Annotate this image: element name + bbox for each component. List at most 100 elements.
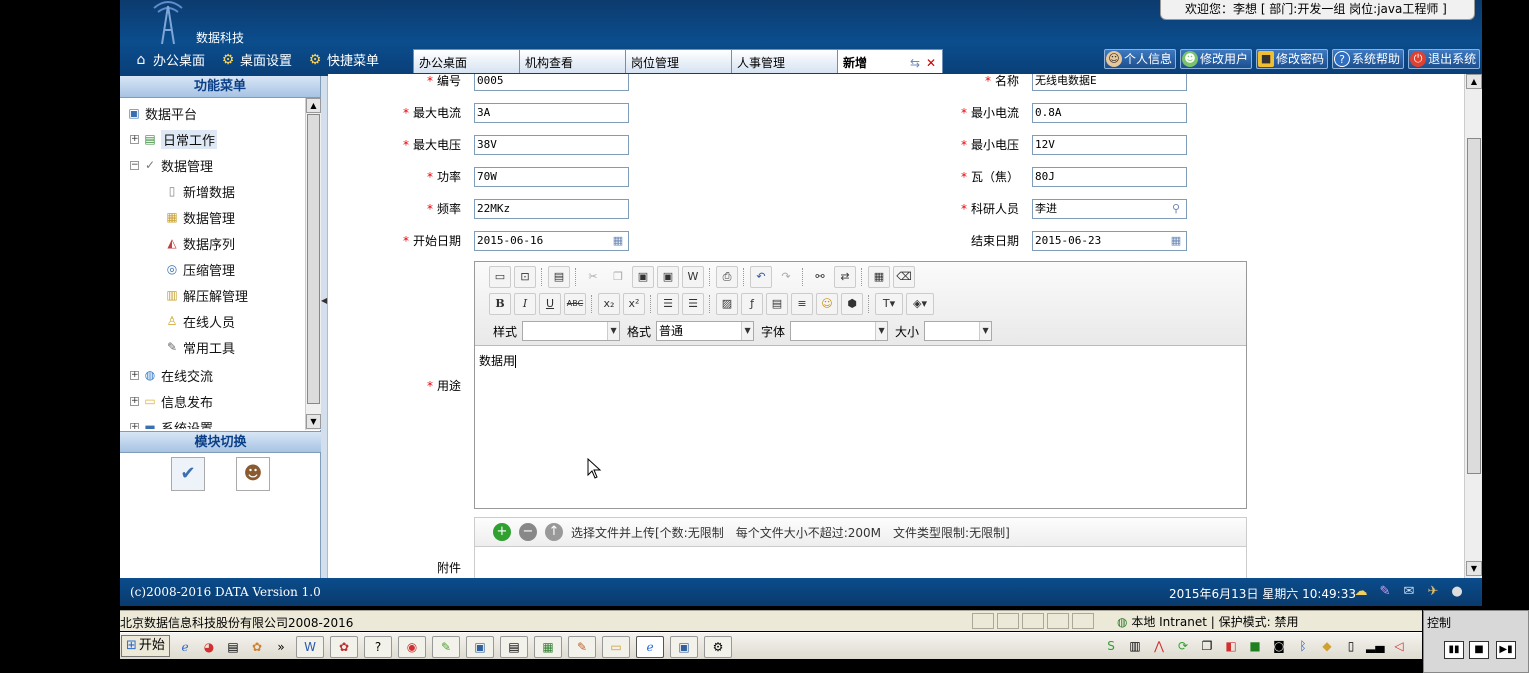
task-help[interactable]: ?: [364, 636, 392, 658]
pen-icon[interactable]: ✎: [1376, 583, 1394, 601]
tab-office-desktop[interactable]: 办公桌面: [413, 49, 520, 73]
redo-icon[interactable]: ↷: [775, 266, 797, 288]
end-date-field[interactable]: 2015-06-23 ▦: [1032, 231, 1187, 251]
power-field[interactable]: 70W: [474, 167, 629, 187]
replace-icon[interactable]: ⇄: [834, 266, 856, 288]
tray-pdf-icon[interactable]: ⋀: [1150, 637, 1168, 655]
mail-icon[interactable]: ✉: [1400, 583, 1418, 601]
template-icon[interactable]: ▤: [548, 266, 570, 288]
bluetooth-icon[interactable]: ᛒ: [1294, 637, 1312, 655]
modify-user-button[interactable]: ☻ 修改用户: [1180, 49, 1253, 69]
task-word[interactable]: W: [296, 636, 324, 658]
expand-icon[interactable]: +: [130, 134, 139, 144]
tools-icon[interactable]: ✈: [1424, 583, 1442, 601]
select-all-icon[interactable]: ▦: [868, 266, 890, 288]
bulleted-list-icon[interactable]: ☰: [682, 293, 704, 315]
copy-icon[interactable]: ❐: [607, 266, 629, 288]
nav-shortcut-menu[interactable]: ⚙ 快捷菜单: [306, 50, 379, 70]
task-ie-active[interactable]: ℯ: [636, 636, 664, 658]
tree-node-online-chat[interactable]: + ◍ 在线交流: [130, 364, 213, 386]
scroll-down-icon[interactable]: ▼: [306, 414, 321, 429]
tree-node-unpack[interactable]: ▥ 解压解管理: [164, 284, 248, 306]
task-explorer[interactable]: ▭: [602, 636, 630, 658]
signal-icon[interactable]: ▂▄: [1366, 637, 1384, 655]
collapse-icon[interactable]: −: [130, 160, 139, 170]
personal-info-button[interactable]: ☺ 个人信息: [1104, 49, 1177, 69]
tray-media-icon[interactable]: ◙: [1270, 637, 1288, 655]
bg-color-icon[interactable]: ◈▾: [906, 293, 934, 315]
code-field[interactable]: 0005: [474, 74, 629, 91]
print-icon[interactable]: ⎙: [716, 266, 738, 288]
scroll-thumb[interactable]: [1467, 138, 1481, 474]
text-color-icon[interactable]: T▾: [875, 293, 903, 315]
special-char-icon[interactable]: ⬢: [841, 293, 863, 315]
close-icon[interactable]: ✕: [926, 50, 936, 76]
table-icon[interactable]: ▤: [766, 293, 788, 315]
nav-desktop-settings[interactable]: ⚙ 桌面设置: [219, 50, 292, 70]
tree-node-info-publish[interactable]: + ▭ 信息发布: [130, 390, 213, 412]
stop-icon[interactable]: ■: [1469, 641, 1489, 659]
tree-node-compress[interactable]: ◎ 压缩管理: [164, 258, 235, 280]
tab-post-manage[interactable]: 岗位管理: [625, 49, 732, 73]
tray-window-icon[interactable]: ❐: [1198, 637, 1216, 655]
tray-green-icon[interactable]: ■: [1246, 637, 1264, 655]
tray-s-icon[interactable]: S: [1102, 637, 1120, 655]
paste-icon[interactable]: ▣: [632, 266, 654, 288]
module-users-button[interactable]: ☻: [236, 457, 270, 491]
energy-field[interactable]: 80J: [1032, 167, 1187, 187]
tray-usb-icon[interactable]: ▯: [1342, 637, 1360, 655]
frequency-field[interactable]: 22MKz: [474, 199, 629, 219]
refresh-icon[interactable]: ⇆: [910, 50, 920, 76]
start-date-field[interactable]: 2015-06-16 ▦: [474, 231, 629, 251]
content-scrollbar[interactable]: ▲ ▼: [1464, 74, 1482, 578]
task-terminal[interactable]: ▣: [466, 636, 494, 658]
max-current-field[interactable]: 3A: [474, 103, 629, 123]
task-console[interactable]: ▦: [534, 636, 562, 658]
paste-text-icon[interactable]: ▣: [657, 266, 679, 288]
task-draw[interactable]: ✎: [568, 636, 596, 658]
nav-office-desktop[interactable]: ⌂ 办公桌面: [132, 50, 205, 70]
cut-icon[interactable]: ✂: [582, 266, 604, 288]
italic-icon[interactable]: I: [514, 293, 536, 315]
sidebar-scrollbar[interactable]: ▲ ▼: [305, 98, 321, 430]
calendar-icon[interactable]: ▦: [611, 234, 625, 248]
find-icon[interactable]: ⚯: [809, 266, 831, 288]
name-field[interactable]: 无线电数据E: [1032, 74, 1187, 91]
tab-hr-manage[interactable]: 人事管理: [731, 49, 838, 73]
globe-icon[interactable]: ●: [1448, 583, 1466, 601]
tree-node-data-platform[interactable]: ▣ 数据平台: [126, 102, 197, 124]
volume-icon[interactable]: ◁: [1390, 637, 1408, 655]
paste-word-icon[interactable]: W: [682, 266, 704, 288]
min-voltage-field[interactable]: 12V: [1032, 135, 1187, 155]
image-icon[interactable]: ▨: [716, 293, 738, 315]
task-notes[interactable]: ▤: [500, 636, 528, 658]
subscript-icon[interactable]: x₂: [598, 293, 620, 315]
scroll-down-icon[interactable]: ▼: [1466, 561, 1482, 576]
chrome-icon[interactable]: ◕: [200, 638, 218, 656]
tab-new[interactable]: 新增 ⇆ ✕: [837, 49, 943, 73]
tray-update-icon[interactable]: ◆: [1318, 637, 1336, 655]
underline-icon[interactable]: U: [539, 293, 561, 315]
task-paint[interactable]: ✿: [330, 636, 358, 658]
undo-icon[interactable]: ↶: [750, 266, 772, 288]
exit-system-button[interactable]: ⏻ 退出系统: [1408, 49, 1481, 69]
module-workstation-button[interactable]: ✔: [171, 457, 205, 491]
tree-node-data-manage[interactable]: − ✓ 数据管理: [130, 154, 213, 176]
tree-node-system-settings[interactable]: + ▬ 系统设置: [130, 416, 213, 429]
size-select[interactable]: ▼: [924, 321, 993, 341]
ie-icon[interactable]: ℯ: [176, 638, 194, 656]
task-editor[interactable]: ✎: [432, 636, 460, 658]
collapse-left-icon[interactable]: ◀: [321, 294, 327, 308]
eraser-icon[interactable]: ⌫: [893, 266, 915, 288]
researcher-field[interactable]: 李进 ⚲: [1032, 199, 1187, 219]
add-file-icon[interactable]: +: [493, 523, 511, 541]
tree-node-new-data[interactable]: ▯ 新增数据: [164, 180, 235, 202]
more-icon[interactable]: »: [272, 638, 290, 656]
min-current-field[interactable]: 0.8A: [1032, 103, 1187, 123]
upload-icon[interactable]: ↑: [545, 523, 563, 541]
next-icon[interactable]: ▶▮: [1496, 641, 1516, 659]
strikethrough-icon[interactable]: ABC: [564, 293, 586, 315]
tree-node-data-sequence[interactable]: ◭ 数据序列: [164, 232, 235, 254]
expand-icon[interactable]: +: [130, 422, 139, 429]
superscript-icon[interactable]: x²: [623, 293, 645, 315]
